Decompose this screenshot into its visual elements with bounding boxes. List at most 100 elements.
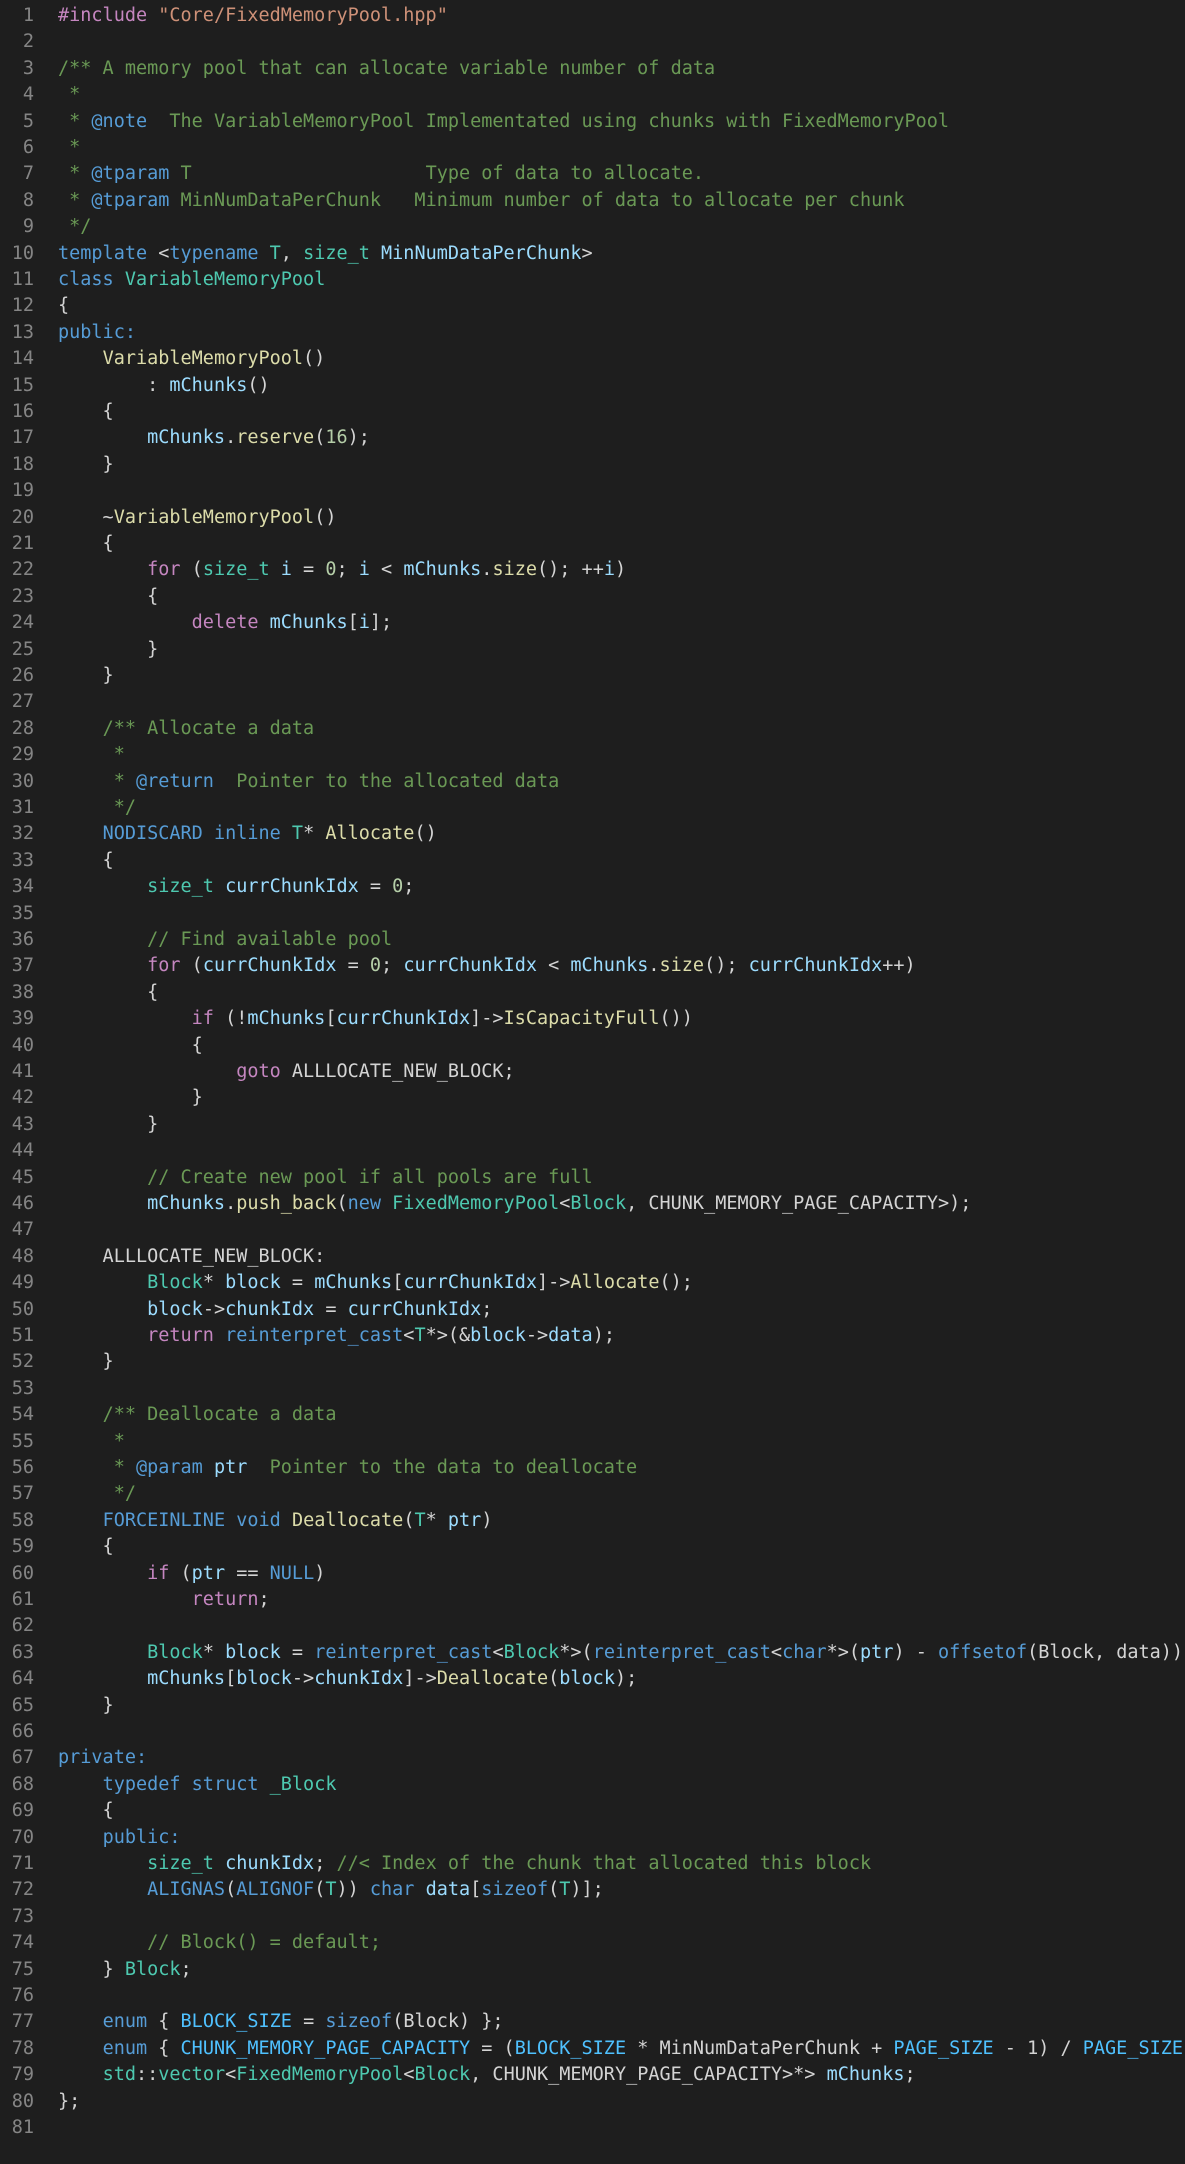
- code-line[interactable]: 36 // Find available pool: [0, 927, 1185, 953]
- code-line[interactable]: 20 ~VariableMemoryPool(): [0, 505, 1185, 531]
- code-line[interactable]: 27: [0, 689, 1185, 715]
- code-line[interactable]: 54 /** Deallocate a data: [0, 1402, 1185, 1428]
- code-line[interactable]: 22 for (size_t i = 0; i < mChunks.size()…: [0, 557, 1185, 583]
- code-line[interactable]: 35: [0, 901, 1185, 927]
- code-token: /** Deallocate a data: [102, 1404, 337, 1426]
- code-line[interactable]: 62: [0, 1613, 1185, 1639]
- code-line[interactable]: 79 std::vector<FixedMemoryPool<Block, CH…: [0, 2062, 1185, 2088]
- code-line[interactable]: 66: [0, 1719, 1185, 1745]
- code-line[interactable]: 5 * @note The VariableMemoryPool Impleme…: [0, 109, 1185, 135]
- code-line[interactable]: 73: [0, 1904, 1185, 1930]
- code-line[interactable]: 70 public:: [0, 1825, 1185, 1851]
- code-line[interactable]: 10 template <typename T, size_t MinNumDat…: [0, 241, 1185, 267]
- code-line[interactable]: 17 mChunks.reserve(16);: [0, 425, 1185, 451]
- code-line[interactable]: 32 NODISCARD inline T* Allocate(): [0, 821, 1185, 847]
- code-token: (: [169, 1562, 192, 1584]
- code-line[interactable]: 2: [0, 29, 1185, 55]
- code-line[interactable]: 53: [0, 1376, 1185, 1402]
- code-line[interactable]: 43 }: [0, 1112, 1185, 1138]
- code-line[interactable]: 12 {: [0, 293, 1185, 319]
- code-token: data: [425, 1879, 471, 1901]
- code-line[interactable]: 9 */: [0, 214, 1185, 240]
- line-code: };: [58, 2089, 80, 2115]
- code-line[interactable]: 34 size_t currChunkIdx = 0;: [0, 874, 1185, 900]
- code-line[interactable]: 31 */: [0, 795, 1185, 821]
- code-line[interactable]: 16 {: [0, 399, 1185, 425]
- code-line[interactable]: 6 *: [0, 135, 1185, 161]
- code-line[interactable]: 60 if (ptr == NULL): [0, 1561, 1185, 1587]
- code-line[interactable]: 76: [0, 1983, 1185, 2009]
- code-line[interactable]: 61 return;: [0, 1587, 1185, 1613]
- code-line[interactable]: 69 {: [0, 1798, 1185, 1824]
- code-line[interactable]: 41 goto ALLLOCATE_NEW_BLOCK;: [0, 1059, 1185, 1085]
- code-line[interactable]: 1 #include "Core/FixedMemoryPool.hpp": [0, 3, 1185, 29]
- code-line[interactable]: 8 * @tparam MinNumDataPerChunk Minimum n…: [0, 188, 1185, 214]
- code-line[interactable]: 65 }: [0, 1693, 1185, 1719]
- code-line[interactable]: 59 {: [0, 1534, 1185, 1560]
- code-line[interactable]: 44: [0, 1138, 1185, 1164]
- code-line[interactable]: 7 * @tparam T Type of data to allocate.: [0, 161, 1185, 187]
- line-code: * @note The VariableMemoryPool Implement…: [58, 109, 949, 135]
- code-line[interactable]: 4 *: [0, 82, 1185, 108]
- code-line[interactable]: 68 typedef struct _Block: [0, 1772, 1185, 1798]
- code-line[interactable]: 24 delete mChunks[i];: [0, 610, 1185, 636]
- code-line[interactable]: 64 mChunks[block->chunkIdx]->Deallocate(…: [0, 1666, 1185, 1692]
- code-line[interactable]: 51 return reinterpret_cast<T*>(&block->d…: [0, 1323, 1185, 1349]
- code-line[interactable]: 71 size_t chunkIdx; //< Index of the chu…: [0, 1851, 1185, 1877]
- code-line[interactable]: 55 *: [0, 1429, 1185, 1455]
- code-line[interactable]: 11 class VariableMemoryPool: [0, 267, 1185, 293]
- code-line[interactable]: 18 }: [0, 452, 1185, 478]
- code-line[interactable]: 49 Block* block = mChunks[currChunkIdx]-…: [0, 1270, 1185, 1296]
- code-line[interactable]: 26 }: [0, 663, 1185, 689]
- code-line[interactable]: 38 {: [0, 980, 1185, 1006]
- code-line[interactable]: 50 block->chunkIdx = currChunkIdx;: [0, 1297, 1185, 1323]
- code-token: ) -: [893, 1641, 939, 1663]
- code-line[interactable]: 40 {: [0, 1033, 1185, 1059]
- code-line[interactable]: 25 }: [0, 637, 1185, 663]
- code-editor[interactable]: 1 #include "Core/FixedMemoryPool.hpp" 2 3/*…: [0, 0, 1185, 2164]
- code-line[interactable]: 77 enum { BLOCK_SIZE = sizeof(Block) };: [0, 2009, 1185, 2035]
- code-line[interactable]: 78 enum { CHUNK_MEMORY_PAGE_CAPACITY = (…: [0, 2036, 1185, 2062]
- code-line[interactable]: 63 Block* block = reinterpret_cast<Block…: [0, 1640, 1185, 1666]
- code-line[interactable]: 37 for (currChunkIdx = 0; currChunkIdx <…: [0, 953, 1185, 979]
- code-line[interactable]: 39 if (!mChunks[currChunkIdx]->IsCapacit…: [0, 1006, 1185, 1032]
- code-token: Deallocate: [436, 1668, 549, 1690]
- code-token: mChunks: [269, 612, 348, 634]
- code-line[interactable]: 33 {: [0, 848, 1185, 874]
- code-line[interactable]: 46 mChunks.push_back(new FixedMemoryPool…: [0, 1191, 1185, 1217]
- code-line[interactable]: 81: [0, 2115, 1185, 2141]
- code-line[interactable]: 56 * @param ptr Pointer to the data to d…: [0, 1455, 1185, 1481]
- code-line[interactable]: 67 private:: [0, 1745, 1185, 1771]
- code-line[interactable]: 72 ALIGNAS(ALIGNOF(T)) char data[sizeof(…: [0, 1877, 1185, 1903]
- code-line[interactable]: 75 } Block;: [0, 1957, 1185, 1983]
- code-line[interactable]: 30 * @return Pointer to the allocated da…: [0, 769, 1185, 795]
- code-line[interactable]: 13 public:: [0, 320, 1185, 346]
- code-token: VariableMemoryPool: [102, 348, 304, 370]
- code-line[interactable]: 14 VariableMemoryPool(): [0, 346, 1185, 372]
- code-line[interactable]: 48 ALLLOCATE_NEW_BLOCK:: [0, 1244, 1185, 1270]
- line-code: size_t chunkIdx; //< Index of the chunk …: [58, 1851, 871, 1877]
- line-number: 1: [22, 5, 34, 26]
- code-line[interactable]: 21 {: [0, 531, 1185, 557]
- code-line[interactable]: 58 FORCEINLINE void Deallocate(T* ptr): [0, 1508, 1185, 1534]
- code-line[interactable]: 47: [0, 1217, 1185, 1243]
- code-line[interactable]: 52 }: [0, 1349, 1185, 1375]
- code-line[interactable]: 23 {: [0, 584, 1185, 610]
- code-line[interactable]: 28 /** Allocate a data: [0, 716, 1185, 742]
- code-line[interactable]: 57 */: [0, 1481, 1185, 1507]
- code-line[interactable]: 74 // Block() = default;: [0, 1930, 1185, 1956]
- code-line[interactable]: 80};: [0, 2089, 1185, 2115]
- code-line[interactable]: 3 /** A memory pool that can allocate var…: [0, 56, 1185, 82]
- code-line[interactable]: 19: [0, 478, 1185, 504]
- code-token: NULL: [269, 1562, 315, 1584]
- code-line[interactable]: 15 : mChunks(): [0, 373, 1185, 399]
- code-line[interactable]: 29 *: [0, 742, 1185, 768]
- code-line[interactable]: 45 // Create new pool if all pools are f…: [0, 1165, 1185, 1191]
- code-line[interactable]: 42 }: [0, 1085, 1185, 1111]
- line-code: * @tparam MinNumDataPerChunk Minimum num…: [58, 188, 904, 214]
